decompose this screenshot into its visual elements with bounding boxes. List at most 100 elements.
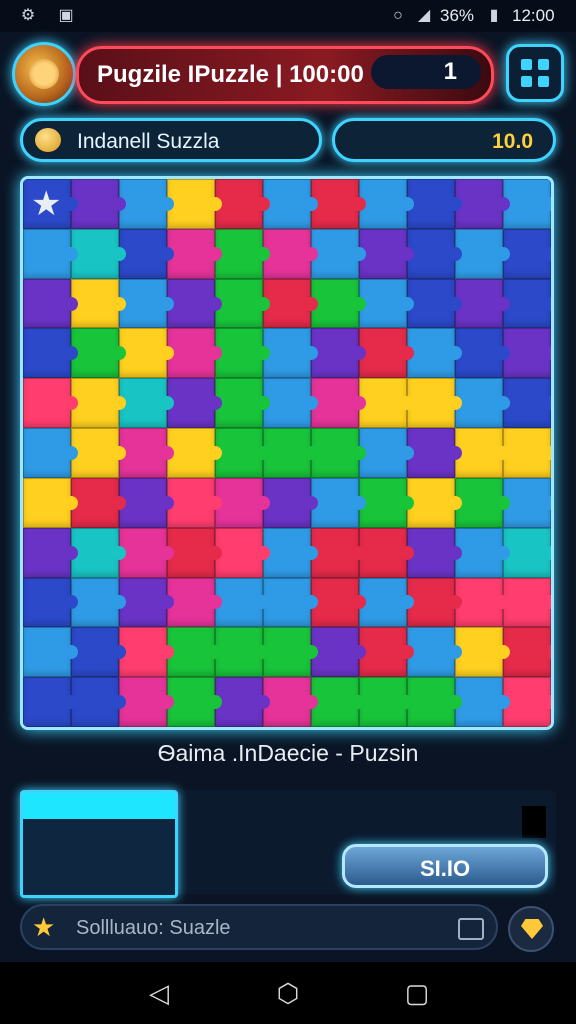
puzzle-piece[interactable] xyxy=(311,527,366,578)
puzzle-piece[interactable] xyxy=(215,477,270,528)
puzzle-piece[interactable] xyxy=(311,278,366,329)
puzzle-piece[interactable] xyxy=(503,328,551,379)
puzzle-piece[interactable] xyxy=(167,278,222,329)
puzzle-piece[interactable] xyxy=(311,627,366,678)
puzzle-piece[interactable] xyxy=(23,477,78,528)
puzzle-piece[interactable] xyxy=(119,577,174,628)
puzzle-piece[interactable] xyxy=(455,328,510,379)
puzzle-piece[interactable] xyxy=(71,527,126,578)
gem-button[interactable] xyxy=(508,906,554,952)
puzzle-piece[interactable] xyxy=(455,228,510,279)
puzzle-piece[interactable] xyxy=(23,328,78,379)
puzzle-piece[interactable] xyxy=(503,278,551,329)
puzzle-piece[interactable] xyxy=(23,228,78,279)
puzzle-piece[interactable] xyxy=(263,378,318,429)
puzzle-piece[interactable] xyxy=(455,527,510,578)
puzzle-piece[interactable] xyxy=(359,378,414,429)
puzzle-piece[interactable] xyxy=(23,428,78,478)
puzzle-piece[interactable] xyxy=(455,428,510,478)
puzzle-piece[interactable] xyxy=(359,328,414,379)
puzzle-piece[interactable] xyxy=(407,527,462,578)
puzzle-piece[interactable] xyxy=(359,577,414,628)
puzzle-piece[interactable] xyxy=(263,428,318,478)
puzzle-piece[interactable] xyxy=(215,428,270,478)
puzzle-piece[interactable] xyxy=(167,577,222,628)
puzzle-piece[interactable] xyxy=(263,677,318,727)
puzzle-piece[interactable] xyxy=(503,627,551,678)
puzzle-piece[interactable] xyxy=(71,428,126,478)
menu-button[interactable] xyxy=(506,44,564,102)
puzzle-piece[interactable] xyxy=(359,627,414,678)
puzzle-piece[interactable] xyxy=(407,328,462,379)
puzzle-piece[interactable] xyxy=(263,328,318,379)
puzzle-piece[interactable] xyxy=(407,477,462,528)
puzzle-piece[interactable] xyxy=(215,577,270,628)
star-icon[interactable]: ★ xyxy=(31,187,65,221)
puzzle-piece[interactable] xyxy=(215,378,270,429)
puzzle-piece[interactable] xyxy=(263,477,318,528)
puzzle-piece[interactable] xyxy=(23,677,78,727)
puzzle-piece[interactable] xyxy=(23,527,78,578)
puzzle-piece[interactable] xyxy=(167,477,222,528)
puzzle-piece[interactable] xyxy=(119,677,174,727)
puzzle-piece[interactable] xyxy=(359,677,414,727)
puzzle-piece[interactable] xyxy=(119,278,174,329)
puzzle-piece[interactable] xyxy=(359,527,414,578)
puzzle-piece[interactable] xyxy=(119,627,174,678)
puzzle-piece[interactable] xyxy=(263,577,318,628)
puzzle-piece[interactable] xyxy=(167,527,222,578)
puzzle-piece[interactable] xyxy=(407,228,462,279)
puzzle-piece[interactable] xyxy=(215,228,270,279)
home-icon[interactable]: ⬡ xyxy=(273,978,303,1008)
puzzle-piece[interactable] xyxy=(167,179,222,229)
puzzle-piece[interactable] xyxy=(311,577,366,628)
puzzle-piece[interactable] xyxy=(215,627,270,678)
puzzle-piece[interactable] xyxy=(455,677,510,727)
puzzle-piece[interactable] xyxy=(455,378,510,429)
puzzle-piece[interactable] xyxy=(215,179,270,229)
puzzle-piece[interactable] xyxy=(503,677,551,727)
puzzle-piece[interactable] xyxy=(407,627,462,678)
puzzle-piece[interactable] xyxy=(215,328,270,379)
puzzle-piece[interactable] xyxy=(263,527,318,578)
puzzle-piece[interactable] xyxy=(71,378,126,429)
puzzle-piece[interactable] xyxy=(503,378,551,429)
puzzle-piece[interactable] xyxy=(359,428,414,478)
puzzle-piece[interactable] xyxy=(455,278,510,329)
puzzle-piece[interactable] xyxy=(407,179,462,229)
puzzle-piece[interactable] xyxy=(311,428,366,478)
puzzle-piece[interactable] xyxy=(71,627,126,678)
puzzle-piece[interactable] xyxy=(407,577,462,628)
puzzle-board[interactable]: ★ xyxy=(20,176,554,730)
puzzle-piece[interactable] xyxy=(311,228,366,279)
puzzle-piece[interactable] xyxy=(71,278,126,329)
puzzle-piece[interactable] xyxy=(359,228,414,279)
puzzle-piece[interactable] xyxy=(503,527,551,578)
puzzle-piece[interactable] xyxy=(503,179,551,229)
puzzle-piece[interactable] xyxy=(119,378,174,429)
puzzle-piece[interactable] xyxy=(311,378,366,429)
puzzle-piece[interactable] xyxy=(119,179,174,229)
puzzle-piece[interactable] xyxy=(167,328,222,379)
avatar[interactable] xyxy=(12,42,76,106)
puzzle-grid[interactable] xyxy=(23,179,551,727)
puzzle-piece[interactable] xyxy=(311,477,366,528)
puzzle-piece[interactable] xyxy=(455,179,510,229)
puzzle-piece[interactable] xyxy=(23,378,78,429)
puzzle-piece[interactable] xyxy=(23,278,78,329)
tray-slot[interactable] xyxy=(20,790,178,898)
puzzle-piece[interactable] xyxy=(503,477,551,528)
puzzle-piece[interactable] xyxy=(119,428,174,478)
puzzle-piece[interactable] xyxy=(71,677,126,727)
puzzle-piece[interactable] xyxy=(263,179,318,229)
puzzle-piece[interactable] xyxy=(119,527,174,578)
puzzle-piece[interactable] xyxy=(167,378,222,429)
puzzle-piece[interactable] xyxy=(119,477,174,528)
puzzle-piece[interactable] xyxy=(263,627,318,678)
puzzle-piece[interactable] xyxy=(263,228,318,279)
puzzle-piece[interactable] xyxy=(215,677,270,727)
puzzle-piece[interactable] xyxy=(167,428,222,478)
puzzle-piece[interactable] xyxy=(503,577,551,628)
puzzle-piece[interactable] xyxy=(71,577,126,628)
puzzle-piece[interactable] xyxy=(167,627,222,678)
